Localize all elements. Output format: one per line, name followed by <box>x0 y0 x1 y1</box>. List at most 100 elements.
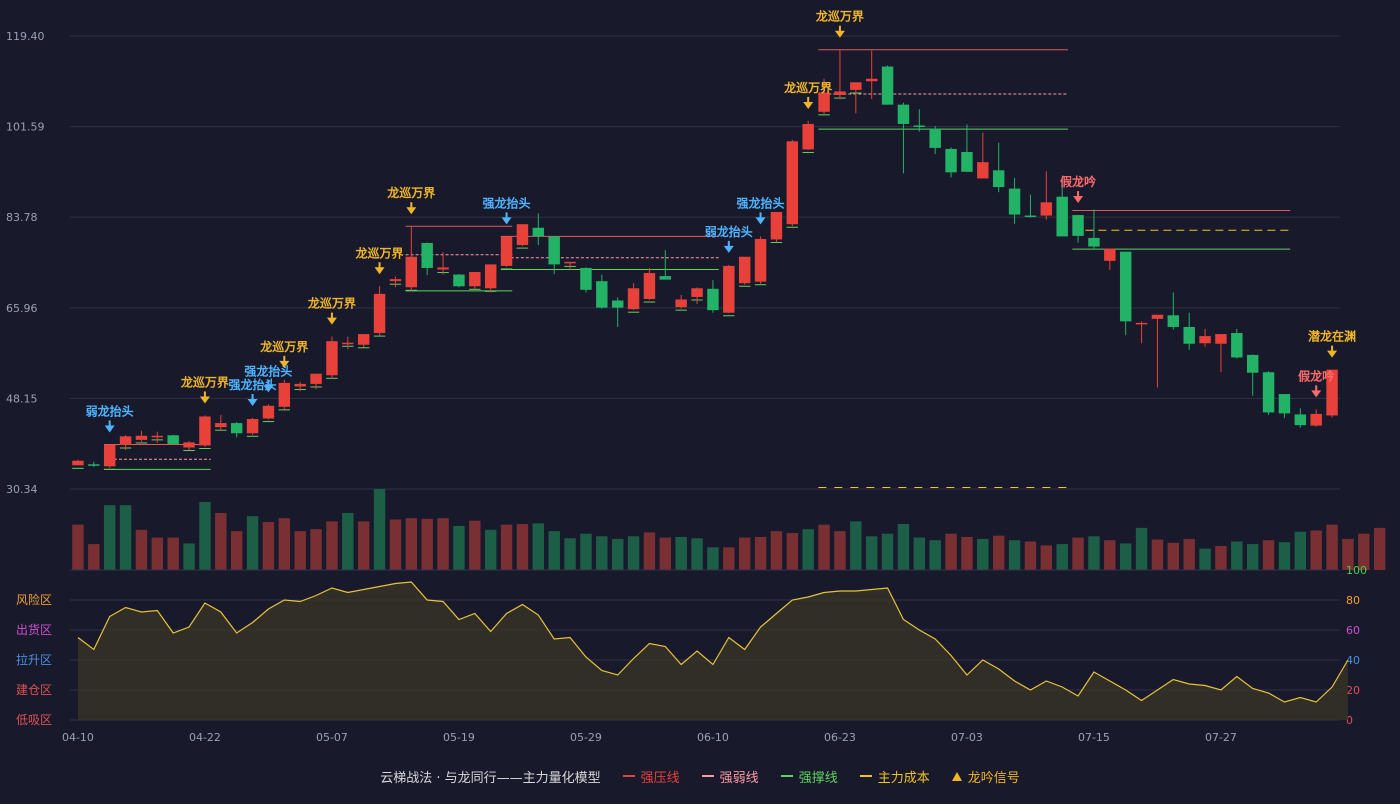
signal-label: 龙巡万界 <box>816 9 864 24</box>
volume-bar <box>183 543 195 570</box>
candle <box>580 267 592 293</box>
candle-body <box>786 141 799 225</box>
x-tick-label: 07-15 <box>1078 731 1110 744</box>
volume-bar <box>246 516 259 570</box>
candle-body <box>659 276 672 280</box>
candle-body <box>564 261 576 264</box>
signal-label: 龙巡万界 <box>260 339 308 354</box>
candle-body <box>167 435 179 444</box>
candle <box>1024 194 1037 218</box>
candle <box>754 236 767 284</box>
candle-body <box>1104 248 1116 261</box>
volume-bar <box>199 501 211 570</box>
legend-label: 强弱线 <box>719 770 759 786</box>
volume-bar <box>913 537 926 570</box>
candle-body <box>516 224 529 246</box>
candle <box>405 226 418 291</box>
candle <box>1119 251 1132 336</box>
legend-item-support[interactable]: 强撑线 <box>780 767 838 786</box>
candle-body <box>342 342 354 345</box>
signal-arrow-icon <box>1311 390 1322 398</box>
volume-bar <box>802 529 814 570</box>
candle <box>627 283 640 311</box>
candle-body <box>881 66 894 105</box>
candle <box>834 49 846 100</box>
x-tick-label: 07-27 <box>1205 731 1237 744</box>
volume-bar <box>215 512 227 570</box>
legend-item-signal[interactable]: 龙吟信号 <box>951 767 1020 786</box>
candle <box>373 286 386 336</box>
candle-body <box>611 300 624 308</box>
price-tick-label: 30.34 <box>6 483 38 496</box>
volume-bar <box>786 533 799 570</box>
candle-body <box>72 460 84 466</box>
volume-bar <box>1072 537 1084 570</box>
candle <box>850 82 862 114</box>
candle <box>945 147 957 178</box>
volume-bar <box>564 538 576 570</box>
legend-item-strength[interactable]: 强弱线 <box>701 767 759 786</box>
candle <box>389 276 402 288</box>
volume-bar <box>1246 544 1259 570</box>
candle-body <box>183 442 195 448</box>
volume-bar <box>262 522 275 570</box>
candle-body <box>373 293 386 334</box>
candle <box>643 267 656 300</box>
candle <box>992 142 1005 193</box>
candle-body <box>865 78 878 82</box>
candle <box>1199 328 1211 347</box>
signal-label: 强龙抬头 <box>483 195 531 210</box>
candle-body <box>1119 251 1132 322</box>
candle <box>738 256 751 285</box>
volume-bar <box>453 525 465 570</box>
candle-body <box>389 279 402 282</box>
candle <box>246 417 259 435</box>
candle-body <box>1215 334 1227 344</box>
x-tick-label: 05-29 <box>570 731 602 744</box>
volume-bar <box>357 521 370 570</box>
legend-label: 强撑线 <box>798 770 838 786</box>
volume-bar <box>1294 531 1307 570</box>
signal-arrow-icon <box>247 398 258 406</box>
candle-body <box>1310 413 1322 426</box>
volume-bar <box>103 505 116 570</box>
candle <box>675 294 687 309</box>
candle-body <box>548 236 560 265</box>
volume-bar <box>294 531 306 570</box>
candle-body <box>961 151 973 172</box>
candle-body <box>627 288 640 310</box>
candle-body <box>199 416 211 446</box>
candle <box>865 50 878 100</box>
volume-bar <box>1104 540 1116 570</box>
candle <box>1215 334 1227 373</box>
candle-body <box>310 373 322 384</box>
candle <box>548 235 560 275</box>
candle <box>278 379 291 411</box>
candle-body <box>88 464 100 466</box>
candle-body <box>230 423 243 434</box>
signal-arrow-icon <box>104 425 115 433</box>
volume-bar <box>977 538 989 570</box>
candle-body <box>215 423 227 428</box>
candle-body <box>945 148 957 173</box>
volume-bar <box>992 535 1005 570</box>
candle <box>881 65 894 105</box>
legend-item-cost[interactable]: 主力成本 <box>859 767 930 786</box>
chart-canvas: 119.40101.5983.7865.9648.1530.34弱龙抬头龙巡万界… <box>6 9 1386 744</box>
candle-body <box>326 341 338 376</box>
volume-bar <box>1040 545 1053 570</box>
volume-bar <box>500 524 513 570</box>
volume-bar <box>1119 543 1132 570</box>
signal-arrow-icon <box>755 217 766 225</box>
legend-item-pressure[interactable]: 强压线 <box>622 767 680 786</box>
candle-body <box>1262 372 1275 413</box>
osc-tick-label: 100 <box>1346 564 1367 577</box>
volume-bar <box>691 538 703 570</box>
candle <box>1262 371 1275 415</box>
volume-bar <box>421 518 433 570</box>
volume-bar <box>723 547 735 570</box>
signal-arrow-icon <box>326 317 337 325</box>
signal-label: 假龙吟 <box>1060 174 1096 189</box>
volume-bar <box>532 523 545 570</box>
candle <box>707 280 719 313</box>
